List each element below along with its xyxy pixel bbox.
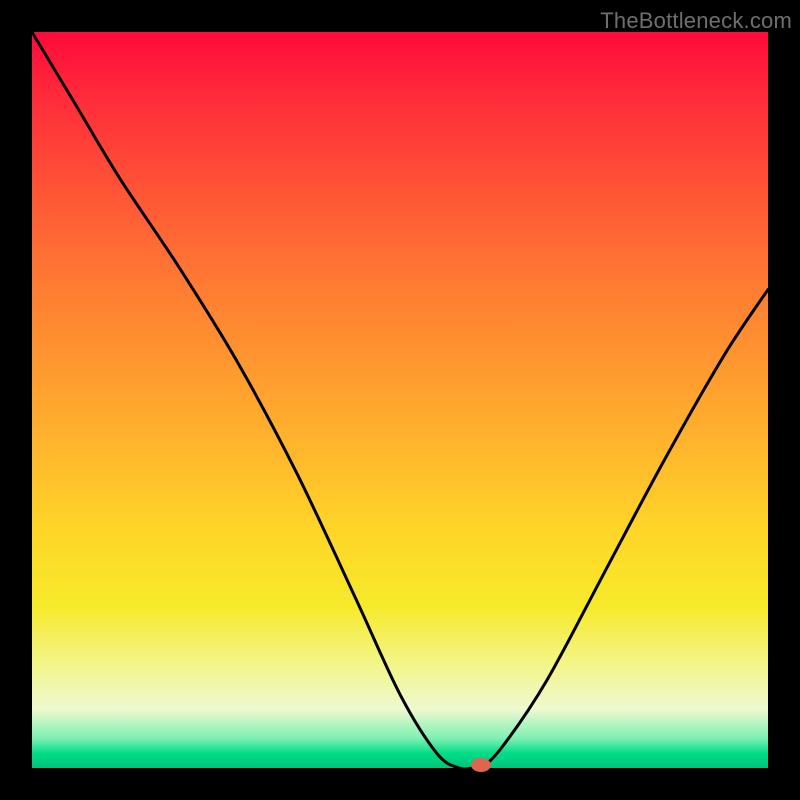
- watermark-text: TheBottleneck.com: [600, 8, 792, 34]
- chart-overlay: [32, 32, 768, 768]
- optimum-marker: [471, 758, 491, 772]
- bottleneck-curve: [32, 32, 768, 770]
- chart-frame: TheBottleneck.com: [0, 0, 800, 800]
